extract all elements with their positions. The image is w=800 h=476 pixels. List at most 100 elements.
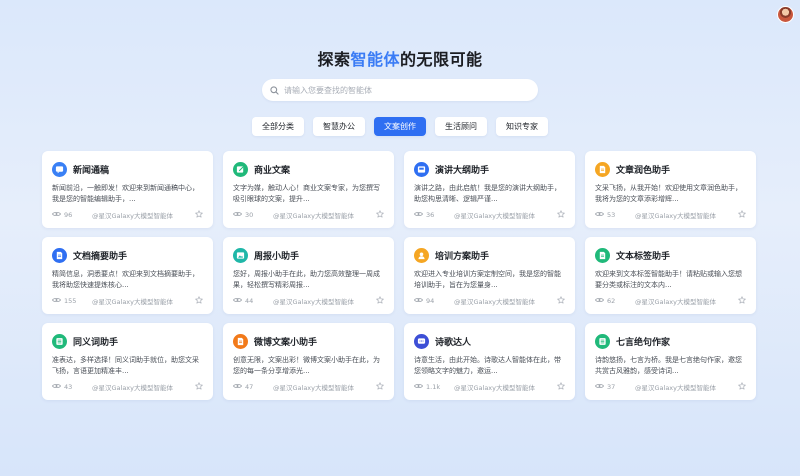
card-meta: 36 @星汉Galaxy大模型智能体 <box>414 210 565 220</box>
card-meta: 47 @星汉Galaxy大模型智能体 <box>233 382 384 392</box>
message-icon <box>52 161 67 177</box>
star-icon[interactable] <box>195 382 203 392</box>
card-title: 文本标签助手 <box>616 251 671 262</box>
author-label: @星汉Galaxy大模型智能体 <box>454 212 536 220</box>
agent-card[interactable]: 诗歌达人诗意生活，由此开始。诗歌达人智能体在此，带您领略文字的魅力，邀运... 1… <box>404 323 575 400</box>
card-meta: 96 @星汉Galaxy大模型智能体 <box>52 210 203 220</box>
card-description: 创意无限，文案出彩！微博文案小助手在此，为您的每一条分享增添光... <box>233 356 380 375</box>
card-description: 诗意生活，由此开始。诗歌达人智能体在此，带您领略文字的魅力，邀运... <box>414 356 561 375</box>
list-icon <box>52 333 67 349</box>
card-meta: 37 @星汉Galaxy大模型智能体 <box>595 382 746 392</box>
card-meta: 30 @星汉Galaxy大模型智能体 <box>233 210 384 220</box>
author-label: @星汉Galaxy大模型智能体 <box>635 212 717 220</box>
card-description: 您好，周报小助手在此，助力您高效整理一周成果，轻松撰写精彩周报... <box>233 270 380 289</box>
view-count: 37 <box>607 383 616 391</box>
star-icon[interactable] <box>738 210 746 220</box>
agent-card[interactable]: 商业文案文字为媒，触动人心！商业文案专家，为您撰写吸引眼球的文案，提升... 30… <box>223 151 394 228</box>
author-label: @星汉Galaxy大模型智能体 <box>92 212 174 220</box>
tab-3[interactable]: 生活顾问 <box>435 117 487 136</box>
search-input[interactable] <box>284 85 514 95</box>
inbox-icon <box>414 161 429 177</box>
eye-icon <box>414 383 423 391</box>
agent-card[interactable]: 培训方案助手欢迎进入专业培训方案定制空间，我是您的智能培训助手，旨在为您量身..… <box>404 237 575 314</box>
agent-card[interactable]: 同义词助手 准表达，多样选择！同义词助手就位，助您文采飞扬，言语更加精准丰... 4… <box>42 323 213 400</box>
star-icon[interactable] <box>376 296 384 306</box>
edit-icon <box>233 161 248 177</box>
view-count: 43 <box>64 383 73 391</box>
card-header: 诗歌达人 <box>414 333 565 349</box>
agent-card[interactable]: 微博文案小助手创意无限，文案出彩！微博文案小助手在此，为您的每一条分享增添光..… <box>223 323 394 400</box>
eye-icon <box>233 297 242 305</box>
document-icon <box>233 333 248 349</box>
tab-1[interactable]: 智慧办公 <box>313 117 365 136</box>
star-icon[interactable] <box>195 210 203 220</box>
eye-icon <box>52 383 61 391</box>
card-title: 演讲大纲助手 <box>435 165 490 176</box>
card-description: 欢迎进入专业培训方案定制空间，我是您的智能培训助手，旨在为您量身... <box>414 270 561 289</box>
view-count: 47 <box>245 383 254 391</box>
document-icon <box>595 161 610 177</box>
agent-card[interactable]: 周报小助手您好，周报小助手在此，助力您高效整理一周成果，轻松撰写精彩周报... 4… <box>223 237 394 314</box>
chat-icon <box>414 333 429 349</box>
star-icon[interactable] <box>195 296 203 306</box>
card-meta: 43 @星汉Galaxy大模型智能体 <box>52 382 203 392</box>
author-label: @星汉Galaxy大模型智能体 <box>635 298 717 306</box>
agent-card[interactable]: 文章润色助手 文采飞扬，从我开始！欢迎使用文章润色助手，我将为您的文章添彩增辉..… <box>585 151 756 228</box>
card-header: 商业文案 <box>233 161 384 177</box>
card-meta: 94 @星汉Galaxy大模型智能体 <box>414 296 565 306</box>
card-title: 培训方案助手 <box>435 251 490 262</box>
card-header: 文本标签助手 <box>595 247 746 263</box>
author-label: @星汉Galaxy大模型智能体 <box>273 384 355 392</box>
card-header: 微博文案小助手 <box>233 333 384 349</box>
agent-grid: 新闻通稿 新闻前沿，一触即发！欢迎来到新闻通稿中心，我是您的智能编辑助手，... 9… <box>42 151 756 400</box>
tab-4[interactable]: 知识专家 <box>496 117 548 136</box>
star-icon[interactable] <box>376 382 384 392</box>
agent-card[interactable]: 文本标签助手 欢迎来到文本标签智能助手！请粘贴或输入您想要分类或标注的文本内...… <box>585 237 756 314</box>
card-description: 文字为媒，触动人心！商业文案专家，为您撰写吸引眼球的文案，提升... <box>233 184 380 203</box>
agent-card[interactable]: 七言绝句作家 诗韵悠扬，七言为桥。我是七言绝句作家，邀您共赏古风雅韵，感受诗词..… <box>585 323 756 400</box>
card-meta: 1.1k @星汉Galaxy大模型智能体 <box>414 382 565 392</box>
category-tabs: 全部分类 智慧办公 文案创作 生活顾问 知识专家 <box>0 117 800 136</box>
tab-2[interactable]: 文案创作 <box>374 117 426 136</box>
card-meta: 62 @星汉Galaxy大模型智能体 <box>595 296 746 306</box>
view-count: 94 <box>426 297 435 305</box>
star-icon[interactable] <box>557 210 565 220</box>
star-icon[interactable] <box>376 210 384 220</box>
card-title: 周报小助手 <box>254 251 300 262</box>
card-description: 精简信息，洞悉要点！欢迎来到文档摘要助手，我将助您快速提炼核心... <box>52 270 199 289</box>
star-icon[interactable] <box>738 382 746 392</box>
star-icon[interactable] <box>557 382 565 392</box>
author-label: @星汉Galaxy大模型智能体 <box>92 298 174 306</box>
author-label: @星汉Galaxy大模型智能体 <box>635 384 717 392</box>
card-description: 新闻前沿，一触即发！欢迎来到新闻通稿中心，我是您的智能编辑助手，... <box>52 184 199 203</box>
author-label: @星汉Galaxy大模型智能体 <box>454 384 536 392</box>
star-icon[interactable] <box>557 296 565 306</box>
view-count: 1.1k <box>426 383 441 391</box>
view-count: 96 <box>64 211 73 219</box>
card-title: 文档摘要助手 <box>73 251 128 262</box>
eye-icon <box>414 211 423 219</box>
eye-icon <box>595 297 604 305</box>
view-count: 44 <box>245 297 254 305</box>
view-count: 62 <box>607 297 616 305</box>
search-bar[interactable] <box>262 79 538 101</box>
card-title: 商业文案 <box>254 165 291 176</box>
card-header: 文章润色助手 <box>595 161 746 177</box>
card-header: 演讲大纲助手 <box>414 161 565 177</box>
agent-card[interactable]: 文档摘要助手精简信息，洞悉要点！欢迎来到文档摘要助手，我将助您快速提炼核心...… <box>42 237 213 314</box>
page-title: 探索智能体的无限可能 <box>317 50 483 69</box>
agent-card[interactable]: 演讲大纲助手 演讲之路，由此启航！我是您的演讲大纲助手，助您构思清晰、逻辑严谨..… <box>404 151 575 228</box>
view-count: 30 <box>245 211 254 219</box>
star-icon[interactable] <box>738 296 746 306</box>
search-icon <box>270 85 279 95</box>
author-label: @星汉Galaxy大模型智能体 <box>92 384 174 392</box>
agent-card[interactable]: 新闻通稿 新闻前沿，一触即发！欢迎来到新闻通稿中心，我是您的智能编辑助手，... 9… <box>42 151 213 228</box>
card-title: 微博文案小助手 <box>254 337 318 348</box>
view-count: 53 <box>607 211 616 219</box>
eye-icon <box>52 297 61 305</box>
view-count: 36 <box>426 211 435 219</box>
user-icon <box>414 247 429 263</box>
card-title: 同义词助手 <box>73 337 119 348</box>
avatar[interactable] <box>777 6 794 23</box>
tab-0[interactable]: 全部分类 <box>252 117 304 136</box>
